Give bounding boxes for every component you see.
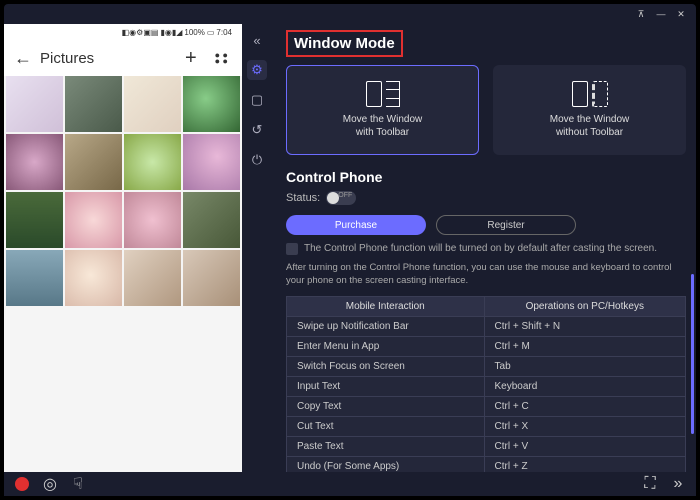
title-bar: ⊼ — ✕ bbox=[4, 4, 696, 24]
add-icon[interactable]: + bbox=[179, 47, 203, 70]
table-row: Input TextKeyboard bbox=[287, 376, 686, 396]
control-toggle[interactable]: OFF bbox=[326, 191, 356, 205]
table-row: Paste TextCtrl + V bbox=[287, 436, 686, 456]
col-mobile: Mobile Interaction bbox=[287, 296, 485, 316]
battery-icon: ▭ bbox=[207, 28, 215, 37]
table-cell: Paste Text bbox=[287, 436, 485, 456]
mode-without-toolbar[interactable]: Move the Windowwithout Toolbar bbox=[493, 65, 686, 155]
bottom-bar: ◎ ☟ ⛶ » bbox=[4, 472, 696, 496]
gallery-thumb[interactable] bbox=[65, 192, 122, 248]
gallery-thumb[interactable] bbox=[183, 76, 240, 132]
phone-mirror: ◧◉⚙▣▤ ▮◉▮◢ 100% ▭ 7:04 ← Pictures + ● ●●… bbox=[4, 24, 242, 496]
gallery-thumb[interactable] bbox=[6, 76, 63, 132]
gallery-thumb[interactable] bbox=[124, 250, 181, 306]
notif-icon: ◧◉⚙▣▤ bbox=[122, 28, 159, 37]
close-button[interactable]: ✕ bbox=[674, 7, 688, 21]
table-cell: Tab bbox=[484, 356, 685, 376]
control-info: After turning on the Control Phone funct… bbox=[286, 261, 686, 288]
expand-icon[interactable]: » bbox=[670, 476, 686, 492]
pin-button[interactable]: ⊼ bbox=[634, 7, 648, 21]
gallery-thumb[interactable] bbox=[6, 250, 63, 306]
hotkey-table: Mobile Interaction Operations on PC/Hotk… bbox=[286, 296, 686, 477]
table-cell: Copy Text bbox=[287, 396, 485, 416]
table-row: Enter Menu in AppCtrl + M bbox=[287, 336, 686, 356]
col-pc: Operations on PC/Hotkeys bbox=[484, 296, 685, 316]
gallery-thumb[interactable] bbox=[65, 76, 122, 132]
mode-with-toolbar[interactable]: Move the Windowwith Toolbar bbox=[286, 65, 479, 155]
record-button[interactable] bbox=[14, 476, 30, 492]
clock: 7:04 bbox=[216, 28, 232, 37]
menu-icon[interactable]: ● ●● ● bbox=[211, 52, 232, 64]
gallery-thumb[interactable] bbox=[183, 250, 240, 306]
table-row: Swipe up Notification BarCtrl + Shift + … bbox=[287, 316, 686, 336]
gallery-thumb[interactable] bbox=[183, 134, 240, 190]
gallery-thumb[interactable] bbox=[6, 192, 63, 248]
pointer-icon[interactable]: ☟ bbox=[70, 476, 86, 492]
history-icon[interactable]: ↺ bbox=[247, 120, 267, 140]
table-row: Cut TextCtrl + X bbox=[287, 416, 686, 436]
table-cell: Cut Text bbox=[287, 416, 485, 436]
purchase-button[interactable]: Purchase bbox=[286, 215, 426, 235]
screenshot-icon[interactable]: ◎ bbox=[42, 476, 58, 492]
collapse-icon[interactable]: « bbox=[247, 30, 267, 50]
table-cell: Ctrl + Shift + N bbox=[484, 316, 685, 336]
checkbox-label: The Control Phone function will be turne… bbox=[304, 243, 657, 254]
gallery-thumb[interactable] bbox=[124, 192, 181, 248]
gallery-thumb[interactable] bbox=[124, 134, 181, 190]
table-cell: Ctrl + V bbox=[484, 436, 685, 456]
gallery-thumb[interactable] bbox=[65, 250, 122, 306]
control-phone-title: Control Phone bbox=[286, 169, 686, 185]
phone-title: Pictures bbox=[40, 50, 171, 67]
gallery-grid[interactable] bbox=[4, 76, 242, 496]
gallery-thumb[interactable] bbox=[65, 134, 122, 190]
default-on-checkbox[interactable] bbox=[286, 243, 298, 255]
battery-text: 100% bbox=[184, 28, 204, 37]
side-toolbar: « ⚙ ▢ ↺ ⏻ bbox=[242, 24, 272, 496]
table-cell: Keyboard bbox=[484, 376, 685, 396]
power-icon[interactable]: ⏻ bbox=[247, 150, 267, 170]
table-row: Copy TextCtrl + C bbox=[287, 396, 686, 416]
phone-header: ← Pictures + ● ●● ● bbox=[4, 40, 242, 76]
table-cell: Ctrl + M bbox=[484, 336, 685, 356]
table-cell: Ctrl + X bbox=[484, 416, 685, 436]
table-cell: Enter Menu in App bbox=[287, 336, 485, 356]
table-cell: Swipe up Notification Bar bbox=[287, 316, 485, 336]
table-row: Switch Focus on ScreenTab bbox=[287, 356, 686, 376]
table-cell: Input Text bbox=[287, 376, 485, 396]
fullscreen-icon[interactable]: ⛶ bbox=[642, 476, 658, 492]
minimize-button[interactable]: — bbox=[654, 7, 668, 21]
mode-with-label: Move the Windowwith Toolbar bbox=[343, 113, 422, 139]
window-mode-title: Window Mode bbox=[286, 30, 403, 57]
settings-icon[interactable]: ⚙ bbox=[247, 60, 267, 80]
settings-panel: Window Mode Move the Windowwith Toolbar … bbox=[272, 24, 696, 496]
device-icon[interactable]: ▢ bbox=[247, 90, 267, 110]
mode-with-toolbar-icon bbox=[366, 81, 400, 107]
mode-without-label: Move the Windowwithout Toolbar bbox=[550, 113, 629, 139]
gallery-thumb[interactable] bbox=[124, 76, 181, 132]
back-icon[interactable]: ← bbox=[14, 48, 32, 69]
phone-status-bar: ◧◉⚙▣▤ ▮◉▮◢ 100% ▭ 7:04 bbox=[4, 24, 242, 40]
gallery-thumb[interactable] bbox=[6, 134, 63, 190]
mode-without-toolbar-icon bbox=[572, 81, 608, 107]
table-cell: Ctrl + C bbox=[484, 396, 685, 416]
gallery-thumb[interactable] bbox=[183, 192, 240, 248]
signal-icon: ▮◉▮◢ bbox=[160, 28, 182, 37]
scrollbar[interactable] bbox=[691, 84, 694, 466]
table-cell: Switch Focus on Screen bbox=[287, 356, 485, 376]
register-button[interactable]: Register bbox=[436, 215, 576, 235]
toggle-label: OFF bbox=[338, 192, 352, 199]
status-label: Status: bbox=[286, 192, 320, 204]
